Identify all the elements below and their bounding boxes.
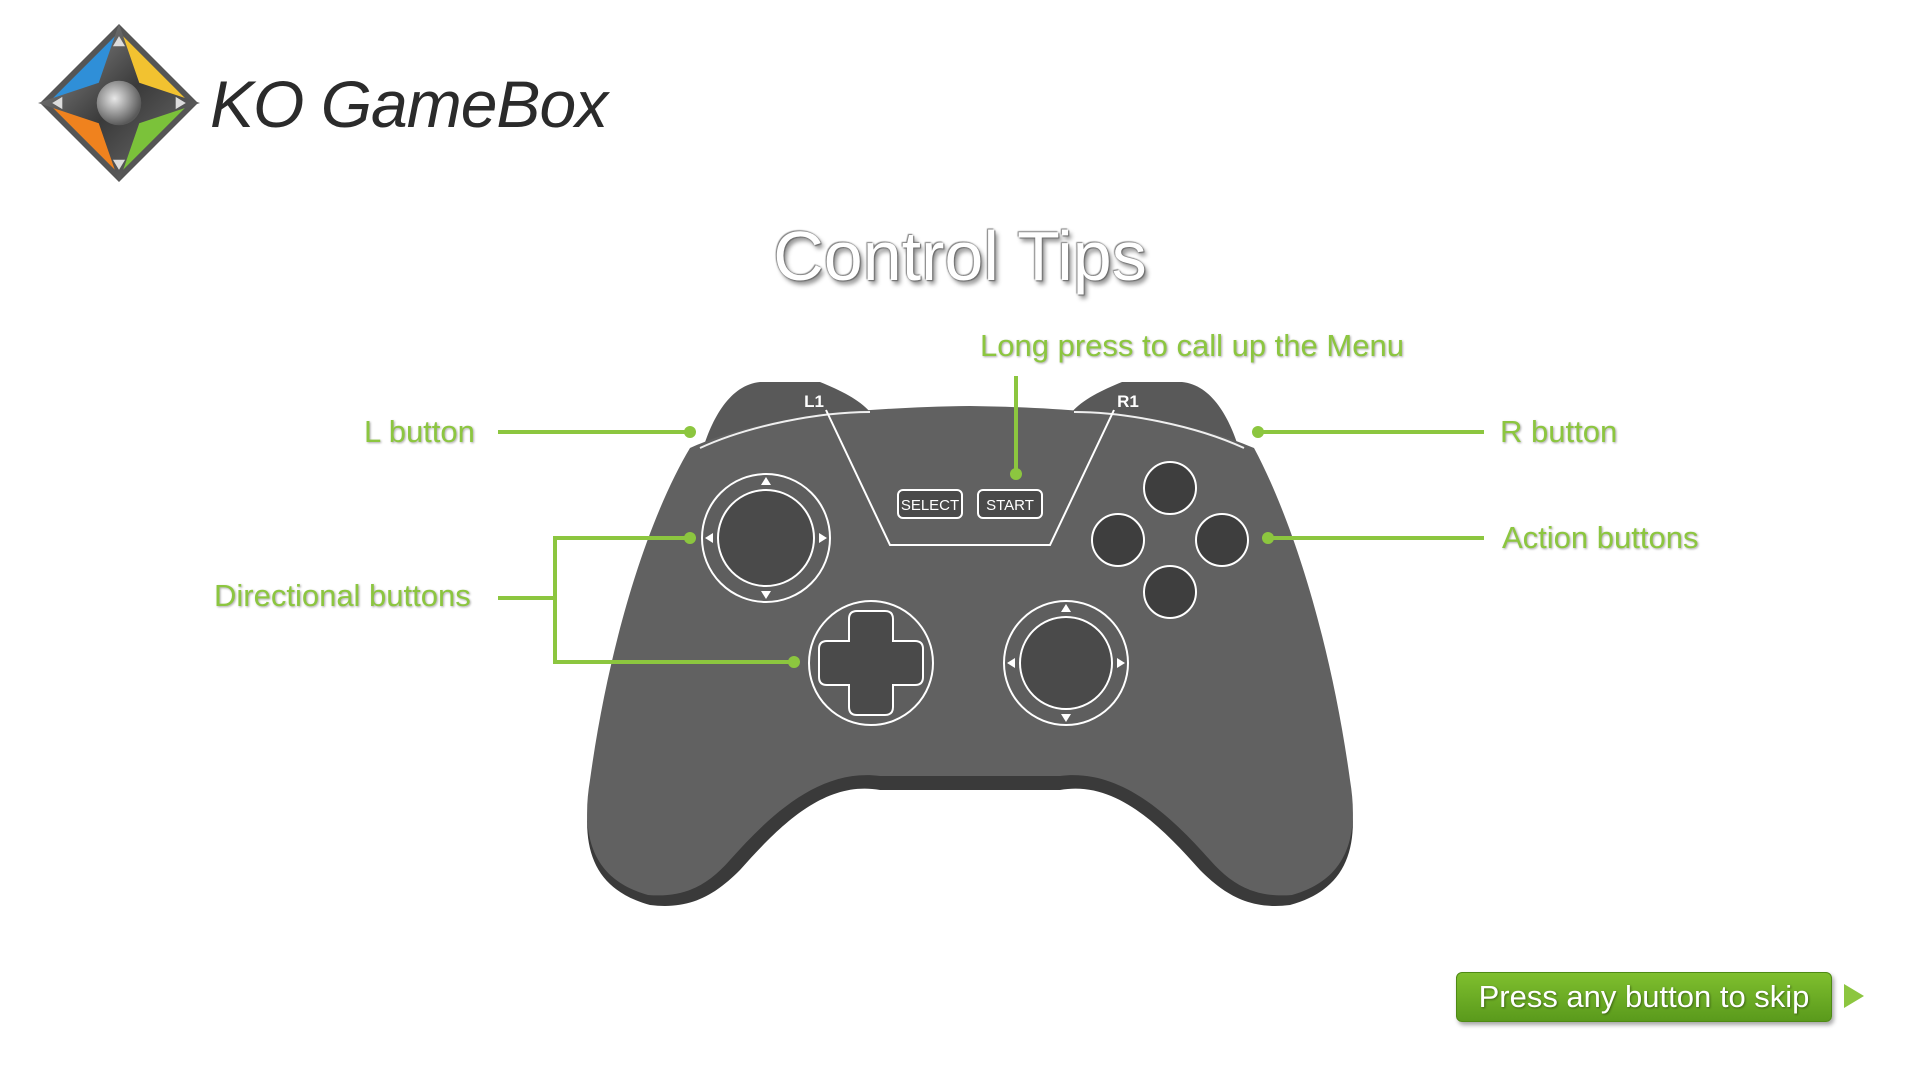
action-button-right[interactable] xyxy=(1195,513,1249,567)
left-analog-stick[interactable] xyxy=(701,473,831,603)
dpad[interactable] xyxy=(808,600,934,726)
r1-label: R1 xyxy=(1117,392,1139,411)
l-button-callout-label: L button xyxy=(364,414,475,449)
skip-button[interactable]: Press any button to skip xyxy=(1456,972,1832,1022)
action-callout-label: Action buttons xyxy=(1502,520,1699,555)
action-button-top[interactable] xyxy=(1143,461,1197,515)
action-button-left[interactable] xyxy=(1091,513,1145,567)
action-button-bottom[interactable] xyxy=(1143,565,1197,619)
l1-label: L1 xyxy=(804,392,824,411)
menu-callout-label: Long press to call up the Menu xyxy=(980,328,1404,363)
select-label: SELECT xyxy=(901,497,959,514)
controller-body xyxy=(587,406,1353,896)
r-button-callout-label: R button xyxy=(1500,414,1618,449)
right-analog-stick[interactable] xyxy=(1003,600,1129,726)
directional-callout-label: Directional buttons xyxy=(214,578,471,613)
play-arrow-icon[interactable] xyxy=(1844,984,1864,1008)
start-label: START xyxy=(986,497,1034,514)
